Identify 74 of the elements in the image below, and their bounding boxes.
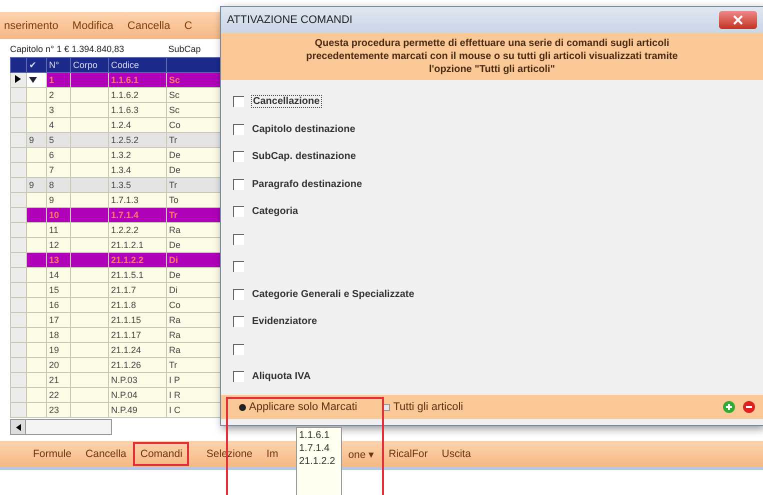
checkbox[interactable]: [233, 371, 244, 382]
chapter-label: Capitolo n° 1 € 1.394.840,83: [10, 44, 124, 54]
table-cell: 1.2.4: [108, 118, 166, 132]
table-cell: 21.1.26: [108, 358, 166, 372]
table-cell: 1.3.4: [108, 162, 166, 178]
cancel-icon[interactable]: [743, 401, 755, 413]
tooltip-line: 1.7.1.4: [299, 443, 331, 454]
table-cell: 21.1.15: [108, 312, 166, 328]
toolbar-button[interactable]: Comandi: [133, 442, 190, 466]
table-cell: 1.1.6.3: [108, 102, 166, 118]
tooltip-line: 21.1.2.2: [299, 456, 336, 467]
arrow-left-icon: [16, 424, 20, 430]
confirm-icon[interactable]: [723, 401, 735, 413]
dialog-title: ATTIVAZIONE COMANDI: [227, 14, 352, 26]
checkbox-label[interactable]: Aliquota IVA: [252, 371, 311, 382]
menu-item[interactable]: C: [184, 20, 192, 32]
table-cell: 21.1.7: [108, 282, 166, 298]
table-cell: 1.2.2.2: [108, 222, 166, 238]
checkbox[interactable]: [233, 234, 244, 245]
toolbar-button[interactable]: RicalFor: [382, 444, 435, 464]
toolbar-button[interactable]: Cancella: [78, 444, 134, 464]
column-header[interactable]: Codice: [108, 58, 166, 72]
scrollbar-track[interactable]: [10, 419, 112, 435]
table-cell: 1.3.5: [108, 178, 166, 192]
table-cell: 21.1.8: [108, 298, 166, 312]
checkbox-label[interactable]: Evidenziatore: [252, 316, 318, 328]
close-button[interactable]: [719, 11, 757, 29]
checkbox-label[interactable]: Capitolo destinazione: [252, 124, 356, 135]
checkbox[interactable]: [233, 261, 244, 272]
dropdown-arrow-icon[interactable]: [29, 77, 37, 83]
toolbar-button[interactable]: Uscita: [434, 444, 478, 464]
table-cell: N.P.49: [108, 402, 166, 418]
column-header[interactable]: Corpo: [70, 58, 108, 72]
scope-radio[interactable]: Tutti gli articoli: [381, 399, 466, 415]
checkbox[interactable]: [233, 344, 244, 355]
checkbox[interactable]: [233, 124, 244, 135]
checkbox-label[interactable]: Categoria: [252, 206, 298, 218]
checkbox[interactable]: [233, 206, 244, 218]
toolbar-button[interactable]: Im: [260, 444, 286, 464]
menu-item[interactable]: nserimento: [4, 20, 58, 32]
menu-item[interactable]: Cancella: [127, 20, 170, 32]
checkbox-label[interactable]: Paragrafo destinazione: [252, 178, 362, 190]
table-cell: 1.7.1.4: [108, 208, 166, 222]
table-cell: N.P.04: [108, 388, 166, 402]
toolbar-button[interactable]: Formule: [26, 444, 79, 464]
table-cell: 1.2.5.2: [108, 132, 166, 148]
table-cell: N.P.03: [108, 372, 166, 388]
info-banner: Questa procedura permette di effettuare una serie di comandi sugli articoli precedentemente marcati con il mouse o su tutti gli articoli visualizzati tramite l'opzione "Tutti gli articoli": [221, 33, 763, 80]
table-cell: 1.7.1.3: [108, 192, 166, 208]
checkbox[interactable]: [233, 288, 244, 300]
toolbar-dropdown[interactable]: one ▾: [341, 444, 382, 464]
table-cell: 21.1.2.1: [108, 238, 166, 252]
menu-item[interactable]: Modifica: [72, 20, 114, 32]
checkbox[interactable]: [233, 96, 244, 108]
column-header[interactable]: N°: [46, 58, 70, 72]
scope-radio[interactable]: Applicare solo Marcati: [237, 399, 360, 415]
column-header[interactable]: ✔: [26, 58, 46, 72]
table-cell: 21.1.2.2: [108, 252, 166, 268]
checkbox-label[interactable]: Categorie Generali e Specializzate: [252, 288, 414, 300]
table-cell: 21.1.17: [108, 328, 166, 342]
table-cell: 21.1.24: [108, 342, 166, 358]
scroll-left-button[interactable]: [11, 420, 26, 434]
table-cell: 1.1.6.2: [108, 88, 166, 102]
checkbox-label[interactable]: Cancellazione: [252, 96, 321, 108]
subchapter-label: SubCap: [168, 44, 201, 54]
table-cell: 1.1.6.1: [108, 72, 166, 88]
tooltip-line: 1.1.6.1: [299, 430, 331, 441]
checkbox-label[interactable]: SubCap. destinazione: [252, 151, 356, 162]
checkbox[interactable]: [233, 316, 244, 328]
table-cell: 1.3.2: [108, 148, 166, 162]
close-icon: [733, 15, 743, 25]
checkbox[interactable]: [233, 178, 244, 190]
checkbox[interactable]: [233, 151, 244, 162]
table-cell: 21.1.5.1: [108, 268, 166, 282]
